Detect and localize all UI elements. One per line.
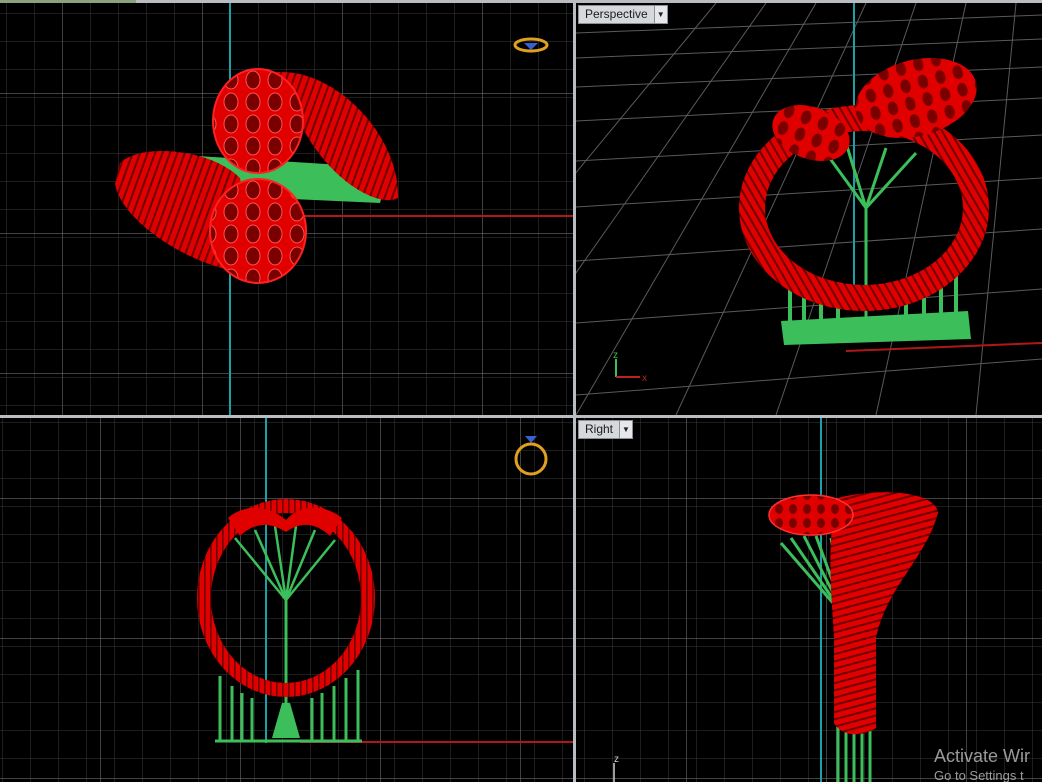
ring-model-perspective[interactable] bbox=[739, 45, 989, 345]
viewport-perspective-label[interactable]: Perspective ▼ bbox=[578, 5, 668, 24]
svg-text:x: x bbox=[642, 373, 647, 384]
watermark-line2: Go to Settings t bbox=[934, 768, 1024, 782]
viewport-front[interactable] bbox=[0, 418, 573, 782]
front-view-scene bbox=[0, 418, 573, 782]
chevron-down-icon[interactable]: ▼ bbox=[619, 421, 633, 438]
watermark-line1: Activate Wir bbox=[934, 746, 1031, 766]
viewport-perspective[interactable]: x z Perspective ▼ bbox=[576, 3, 1042, 415]
viewport-top[interactable] bbox=[0, 3, 573, 415]
chevron-down-icon[interactable]: ▼ bbox=[653, 6, 667, 23]
svg-text:z: z bbox=[614, 754, 619, 765]
activation-watermark: Activate Wir Go to Settings t bbox=[934, 746, 1042, 782]
viewport-right-name: Right bbox=[585, 422, 614, 436]
viewport-right-label[interactable]: Right ▼ bbox=[578, 420, 634, 439]
right-view-scene: z bbox=[576, 418, 1042, 782]
perspective-view-scene: x z bbox=[576, 3, 1042, 415]
axis-gizmo: x z bbox=[613, 350, 647, 384]
x-axis-line bbox=[845, 342, 1042, 352]
viewport-right[interactable]: z Right ▼ Activate Wir Go to Settings t bbox=[576, 418, 1042, 782]
svg-text:z: z bbox=[613, 350, 618, 361]
top-view-scene bbox=[0, 3, 573, 415]
viewport-perspective-name: Perspective bbox=[585, 7, 648, 21]
